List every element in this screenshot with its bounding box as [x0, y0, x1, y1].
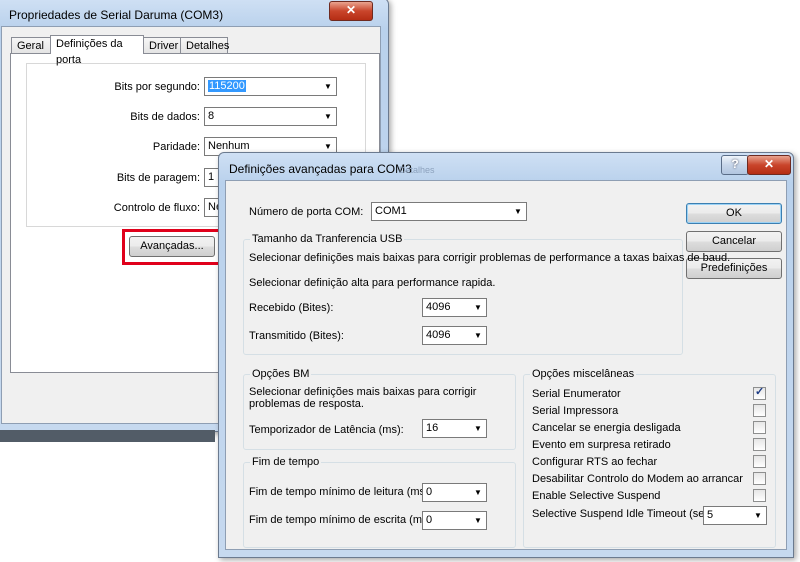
- write-timeout-select[interactable]: 0 ▼: [422, 511, 487, 530]
- checkbox-rts-on-close[interactable]: [753, 455, 766, 468]
- bits-per-second-select[interactable]: 115200 ▼: [204, 77, 337, 96]
- bm-info-text: Selecionar definições mais baixas para c…: [249, 386, 477, 410]
- option-label: Evento em surpresa retirado: [532, 439, 671, 451]
- option-label: Enable Selective Suspend: [532, 490, 661, 502]
- com-port-select[interactable]: COM1 ▼: [371, 202, 527, 221]
- chevron-down-icon: ▼: [474, 488, 482, 497]
- help-button[interactable]: ?: [721, 155, 749, 175]
- tab-geral[interactable]: Geral: [11, 37, 52, 54]
- bits-per-second-label: Bits por segundo:: [114, 81, 200, 93]
- close-icon: ✕: [763, 157, 775, 171]
- advanced-window-title: Definições avançadas para COM3: [229, 162, 412, 176]
- timeout-group: Fim de tempo: [243, 456, 516, 548]
- misc-group-title: Opções miscelâneas: [530, 368, 637, 380]
- advanced-close-button[interactable]: ✕: [747, 155, 791, 175]
- idle-timeout-select[interactable]: 5 ▼: [703, 506, 767, 525]
- option-label: Configurar RTS ao fechar: [532, 456, 658, 468]
- checkbox-cancel-power-off[interactable]: [753, 421, 766, 434]
- option-label: Cancelar se energia desligada: [532, 422, 681, 434]
- chevron-down-icon: ▼: [324, 112, 332, 121]
- back-window-bottom-band: [0, 430, 215, 442]
- write-timeout-label: Fim de tempo mínimo de escrita (ms):: [249, 514, 435, 526]
- option-label: Desabilitar Controlo do Modem ao arranca…: [532, 473, 743, 485]
- data-bits-label: Bits de dados:: [130, 111, 200, 123]
- checkbox-surprise-removal[interactable]: [753, 438, 766, 451]
- parity-label: Paridade:: [152, 141, 200, 153]
- chevron-down-icon: ▼: [474, 303, 482, 312]
- tab-driver[interactable]: Driver: [143, 37, 181, 54]
- timeout-group-title: Fim de tempo: [250, 456, 322, 468]
- bm-group-title: Opções BM: [250, 368, 312, 380]
- properties-window-title: Propriedades de Serial Daruma (COM3): [9, 8, 224, 22]
- received-label: Recebido (Bites):: [249, 302, 334, 314]
- chevron-down-icon: ▼: [324, 82, 332, 91]
- data-bits-select[interactable]: 8 ▼: [204, 107, 337, 126]
- ok-button[interactable]: OK: [686, 203, 782, 224]
- latency-label: Temporizador de Latência (ms):: [249, 424, 404, 436]
- chevron-down-icon: ▼: [514, 207, 522, 216]
- background-tab-peek: Detalhes: [399, 165, 435, 175]
- usb-group-title: Tamanho da Tranferencia USB: [250, 233, 405, 245]
- option-label: Serial Enumerator: [532, 388, 621, 400]
- transmitted-select[interactable]: 4096 ▼: [422, 326, 487, 345]
- option-label: Serial Impressora: [532, 405, 619, 417]
- chevron-down-icon: ▼: [474, 331, 482, 340]
- com-port-label: Número de porta COM:: [249, 206, 364, 218]
- checkbox-serial-printer[interactable]: [753, 404, 766, 417]
- close-icon: ✕: [345, 3, 357, 17]
- checkbox-disable-modem-ctrl[interactable]: [753, 472, 766, 485]
- flow-control-label: Controlo de fluxo:: [113, 202, 200, 214]
- help-icon: ?: [731, 157, 739, 171]
- read-timeout-label: Fim de tempo mínimo de leitura (ms):: [249, 486, 432, 498]
- tab-detalhes[interactable]: Detalhes: [180, 37, 229, 54]
- highlight-box: [122, 229, 224, 265]
- transmitted-label: Transmitido (Bites):: [249, 330, 344, 342]
- usb-info-text: Selecionar definições mais baixas para c…: [249, 252, 731, 264]
- latency-select[interactable]: 16 ▼: [422, 419, 487, 438]
- chevron-down-icon: ▼: [754, 511, 762, 520]
- chevron-down-icon: ▼: [474, 424, 482, 433]
- checkbox-serial-enumerator[interactable]: [753, 385, 766, 400]
- checkbox-selective-suspend[interactable]: [753, 489, 766, 502]
- received-select[interactable]: 4096 ▼: [422, 298, 487, 317]
- idle-timeout-label: Selective Suspend Idle Timeout (secs):: [532, 508, 723, 520]
- usb-fast-text: Selecionar definição alta para performan…: [249, 277, 496, 289]
- tab-port-settings[interactable]: Definições da porta: [50, 35, 144, 66]
- stop-bits-label: Bits de paragem:: [116, 172, 200, 184]
- properties-close-button[interactable]: ✕: [329, 1, 373, 21]
- read-timeout-select[interactable]: 0 ▼: [422, 483, 487, 502]
- chevron-down-icon: ▼: [474, 516, 482, 525]
- cancel-button[interactable]: Cancelar: [686, 231, 782, 252]
